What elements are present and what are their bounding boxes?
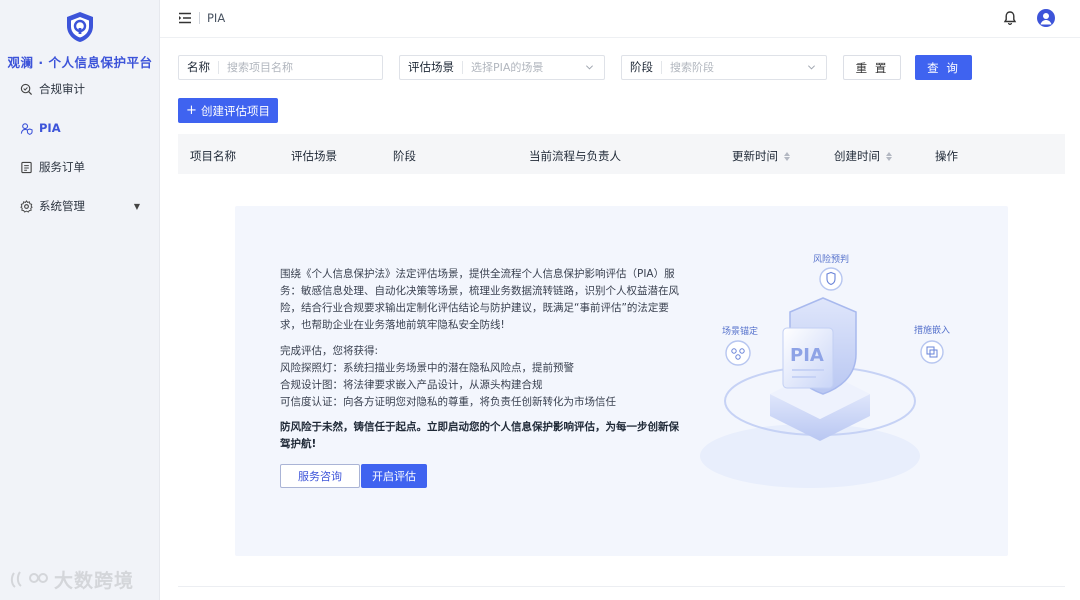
name-filter-label: 名称 — [179, 61, 219, 74]
service-consult-button[interactable]: 服务咨询 — [280, 464, 360, 488]
column-label: 项目名称 — [190, 149, 236, 163]
sort-icon[interactable] — [886, 151, 892, 161]
query-button[interactable]: 查 询 — [915, 55, 972, 80]
pia-shield-illustration: PIA — [700, 267, 944, 488]
caret-down-icon: ▼ — [133, 201, 140, 211]
avatar[interactable] — [1037, 9, 1055, 27]
table-header: 项目名称 评估场景 阶段 当前流程与负责人 更新时间 创建时间 操作 — [178, 134, 1065, 174]
user-shield-icon — [20, 122, 33, 135]
column-label: 阶段 — [393, 149, 416, 163]
sidebar-item-system[interactable]: 系统管理 ▼ — [20, 196, 140, 216]
column-header-actions: 操作 — [935, 148, 958, 164]
pia-badge-text: PIA — [790, 345, 824, 366]
benefit-item: 风险探照灯：系统扫描业务场景中的潜在隐私风险点，提前预警 — [280, 362, 574, 374]
menu-fold-icon[interactable] — [178, 11, 192, 25]
sidebar-item-pia[interactable]: PIA — [20, 118, 140, 138]
benefit-item: 可信度认证：向各方证明您对隐私的尊重，将负责任创新转化为市场信任 — [280, 396, 616, 408]
breadcrumb: PIA — [207, 11, 226, 25]
column-header-stage: 阶段 — [393, 148, 416, 164]
create-project-label: 创建评估项目 — [200, 103, 270, 118]
create-project-button[interactable]: + 创建评估项目 — [178, 98, 278, 123]
pia-intro-panel: 围绕《个人信息保护法》法定评估场景，提供全流程个人信息保护影响评估（PIA）服务… — [235, 206, 1008, 556]
sidebar-item-orders[interactable]: 服务订单 — [20, 157, 140, 177]
sidebar-item-label: PIA — [39, 121, 61, 135]
column-header-scene: 评估场景 — [291, 148, 337, 164]
intro-text: 围绕《个人信息保护法》法定评估场景，提供全流程个人信息保护影响评估（PIA）服务… — [280, 266, 680, 453]
topbar: PIA — [160, 0, 1080, 38]
sidebar-item-label: 服务订单 — [39, 160, 85, 174]
audit-icon — [20, 83, 33, 95]
gear-icon — [20, 199, 33, 213]
order-icon — [21, 161, 32, 173]
scene-filter[interactable]: 评估场景 — [399, 55, 605, 80]
sidebar-item-audit[interactable]: 合规审计 — [20, 79, 140, 99]
stage-search-input[interactable] — [662, 61, 826, 74]
tag-measure-embed: 措施嵌入 — [914, 326, 951, 336]
column-label: 创建时间 — [834, 149, 880, 163]
column-header-name: 项目名称 — [190, 148, 236, 164]
stage-filter-label: 阶段 — [622, 61, 662, 74]
tag-risk-prediction: 风险预判 — [813, 255, 850, 265]
watermark-logo-icon — [10, 570, 48, 588]
divider — [178, 586, 1065, 587]
column-header-updated[interactable]: 更新时间 — [732, 148, 790, 164]
reset-button[interactable]: 重 置 — [843, 55, 901, 80]
column-header-created[interactable]: 创建时间 — [834, 148, 892, 164]
start-assessment-button[interactable]: 开启评估 — [361, 464, 427, 488]
name-search-input[interactable] — [219, 61, 382, 74]
watermark: 大数跨境 — [10, 566, 134, 593]
watermark-text: 大数跨境 — [54, 570, 135, 592]
tag-scene-anchor: 场景锚定 — [722, 327, 759, 337]
chevron-down-icon — [807, 65, 816, 70]
column-label: 操作 — [935, 149, 958, 163]
scene-select[interactable] — [463, 61, 604, 74]
benefits-title: 完成评估，您将获得: — [280, 345, 379, 357]
logo — [0, 10, 160, 44]
column-label: 评估场景 — [291, 149, 337, 163]
benefit-item: 合规设计图：将法律要求嵌入产品设计，从源头构建合规 — [280, 379, 543, 391]
chevron-down-icon — [585, 65, 594, 70]
app-title: 观澜 · 个人信息保护平台 — [7, 55, 153, 70]
slogan: 防风险于未然，铸信任于起点。立即启动您的个人信息保护影响评估，为每一步创新保驾护… — [280, 421, 679, 450]
sidebar-item-label: 合规审计 — [39, 82, 85, 96]
column-label: 当前流程与负责人 — [529, 149, 621, 163]
sidebar-item-label: 系统管理 — [39, 199, 85, 213]
intro-paragraph: 围绕《个人信息保护法》法定评估场景，提供全流程个人信息保护影响评估（PIA）服务… — [280, 268, 679, 331]
sort-icon[interactable] — [784, 151, 790, 161]
bell-icon[interactable] — [1002, 10, 1018, 26]
stage-filter[interactable]: 阶段 — [621, 55, 827, 80]
sidebar: 观澜 · 个人信息保护平台 合规审计 PIA 服务订单 系统管理 ▼ 大数跨境 — [0, 0, 160, 600]
column-header-flow-owner: 当前流程与负责人 — [529, 148, 621, 164]
plus-icon: + — [186, 103, 197, 118]
column-label: 更新时间 — [732, 149, 778, 163]
breadcrumb-divider — [199, 12, 200, 24]
shield-logo-icon — [67, 12, 93, 42]
name-filter: 名称 — [178, 55, 383, 80]
user-avatar-icon — [1040, 13, 1052, 25]
scene-filter-label: 评估场景 — [400, 61, 463, 74]
pia-illustration: PIA 风险预判 场景锚定 措施嵌入 — [700, 236, 1000, 536]
